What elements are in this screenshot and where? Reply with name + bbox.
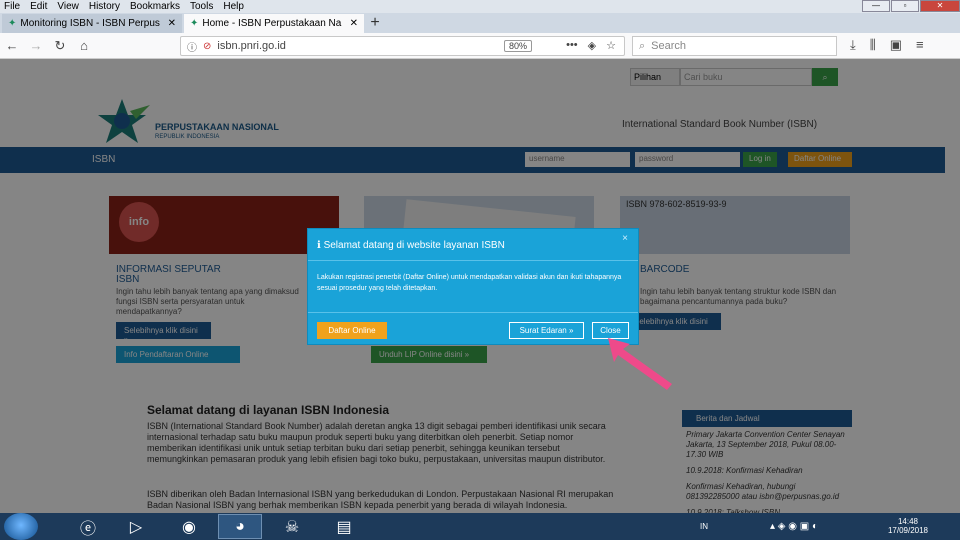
modal-title-text: Selamat datang di website layanan ISBN [323,240,505,251]
url-bar[interactable]: ⓘ ⊘ isbn.pnri.go.id 80% ••• ◈ ☆ [180,36,625,56]
menu-history[interactable]: History [84,0,125,13]
clock[interactable]: 14:48 17/09/2018 [888,517,928,535]
menu-hamburger-icon[interactable]: ≡ [916,37,924,53]
search-input[interactable]: ⌕ Search [632,36,837,56]
forward-arrow-icon[interactable]: → [24,38,48,53]
search-icon: ⌕ [639,39,646,52]
menu-tools[interactable]: Tools [185,0,218,13]
reload-icon[interactable]: ↻ [48,38,72,54]
page-actions-icon[interactable]: ••• [566,39,578,52]
tab-close-icon[interactable]: ✕ [350,18,358,29]
minimize-button[interactable]: — [862,0,890,12]
close-window-button[interactable]: ✕ [920,0,960,12]
modal-surat-edaran-button[interactable]: Surat Edaran » [509,322,584,339]
star-favicon-icon: ✦ [8,18,17,29]
search-placeholder: Search [651,40,687,52]
system-tray: IN ▴ ◈ ◉ ▣ ◐ 14:48 17/09/2018 [690,513,960,540]
tab-monitoring[interactable]: ✦ Monitoring ISBN - ISBN Perpus ✕ [2,14,182,33]
menu-bookmarks[interactable]: Bookmarks [125,0,185,13]
firefox-icon[interactable]: ◕ [218,514,262,539]
sidebar-icon[interactable]: ▣ [890,37,902,53]
modal-body: Lakukan registrasi penerbit (Daftar Onli… [317,274,622,292]
clock-time: 14:48 [897,517,918,526]
menu-view[interactable]: View [52,0,84,13]
modal-divider [308,260,638,261]
download-icon[interactable]: ⤓ [850,37,856,53]
window-controls: — ▫ ✕ [861,0,960,13]
pocket-icon[interactable]: ◈ [588,39,596,52]
menu-help[interactable]: Help [218,0,249,13]
info-icon[interactable]: ⓘ [187,39,197,54]
tab-bar: ✦ Monitoring ISBN - ISBN Perpus ✕ ✦ Home… [0,13,960,33]
modal-daftar-online-button[interactable]: Daftar Online [317,322,387,339]
modal-title: ℹ Selamat datang di website layanan ISBN [317,240,505,251]
pink-pointer-arrow-icon [608,338,672,390]
windows-taskbar: ⓔ ▷ ◉ ◕ ☠ ▤ IN ▴ ◈ ◉ ▣ ◐ 14:48 17/09/201… [0,513,960,540]
web-page: Pilihan Cari buku ⌕ PERPUSTAKAAN NASIONA… [0,59,960,513]
menu-bar: File Edit View History Bookmarks Tools Help — … [0,0,960,13]
tab-title: Monitoring ISBN - ISBN Perpus [20,18,160,29]
nav-toolbar: ← → ↻ ⌂ ⓘ ⊘ isbn.pnri.go.id 80% ••• ◈ ☆ … [0,33,960,59]
media-player-icon[interactable]: ▷ [114,514,158,539]
maximize-button[interactable]: ▫ [891,0,919,12]
tray-icons[interactable]: ▴ ◈ ◉ ▣ ◐ [770,521,818,532]
modal-divider [308,312,638,313]
star-favicon-icon: ✦ [190,18,199,29]
chrome-icon[interactable]: ◉ [167,514,211,539]
skull-app-icon[interactable]: ☠ [270,514,314,539]
powerpoint-icon[interactable]: ▤ [322,514,366,539]
modal-close-x-icon[interactable]: × [622,233,628,244]
start-button[interactable] [4,513,38,540]
library-icon[interactable]: ⫼ [870,37,876,53]
clock-date: 17/09/2018 [887,526,928,535]
url-actions: ••• ◈ ☆ [566,39,616,52]
tab-close-icon[interactable]: ✕ [168,18,176,29]
ie-icon[interactable]: ⓔ [66,514,110,539]
language-indicator[interactable]: IN [700,522,708,531]
tab-title: Home - ISBN Perpustakaan Na [202,18,342,29]
back-arrow-icon[interactable]: ← [0,38,24,53]
info-icon: ℹ [317,240,324,251]
insecure-lock-icon: ⊘ [203,40,212,52]
home-icon[interactable]: ⌂ [72,38,96,53]
zoom-level[interactable]: 80% [503,40,532,52]
bookmark-star-icon[interactable]: ☆ [606,39,616,52]
new-tab-button[interactable]: + [364,14,386,33]
menu-edit[interactable]: Edit [25,0,52,13]
url-text: isbn.pnri.go.id [217,40,286,52]
tab-home[interactable]: ✦ Home - ISBN Perpustakaan Na ✕ [184,14,364,33]
welcome-modal: ℹ Selamat datang di website layanan ISBN… [307,228,639,345]
menu-file[interactable]: File [0,0,25,13]
toolbar-icons: ⤓ ⫼ ▣ ≡ [850,37,924,53]
